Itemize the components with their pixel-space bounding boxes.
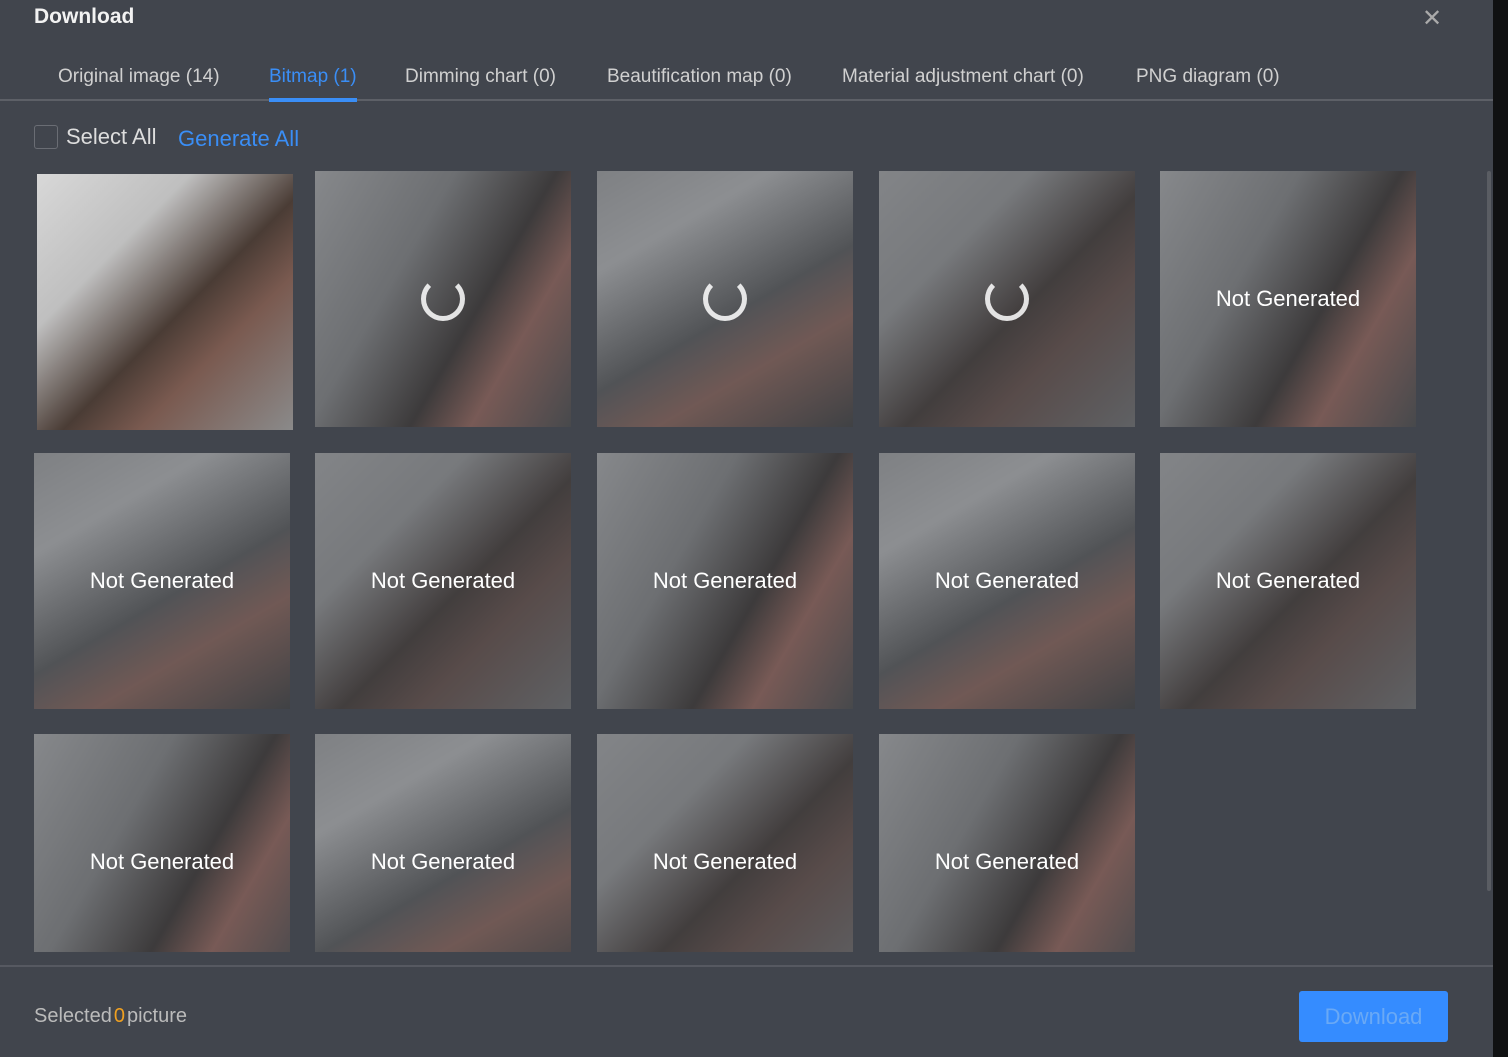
scrollbar[interactable]: [1487, 171, 1491, 891]
not-generated-label: Not Generated: [934, 849, 1080, 874]
selection-summary: Selected 0 picture: [34, 1005, 187, 1027]
tab-bar: Original image (14) Bitmap (1) Dimming c…: [0, 60, 1493, 102]
not-generated-label: Not Generated: [652, 568, 798, 593]
image-card[interactable]: Not Generated: [315, 734, 571, 952]
tab-material-adjustment-chart[interactable]: Material adjustment chart (0): [842, 66, 1084, 98]
image-card[interactable]: Not Generated: [597, 453, 853, 709]
select-all-checkbox[interactable]: Select All: [34, 124, 157, 150]
overlay: [597, 734, 853, 952]
tab-bitmap[interactable]: Bitmap (1): [269, 66, 357, 102]
image-card[interactable]: Not Generated: [1160, 171, 1416, 427]
not-generated-label: Not Generated: [370, 568, 516, 593]
loading-spinner-icon: [421, 277, 465, 321]
overlay: [34, 734, 290, 952]
image-card[interactable]: Not Generated: [879, 453, 1135, 709]
window-edge: [1493, 0, 1508, 1057]
download-button[interactable]: Download: [1299, 991, 1448, 1042]
not-generated-label: Not Generated: [652, 849, 798, 874]
image-card[interactable]: [879, 171, 1135, 427]
selected-count: 0: [113, 1005, 125, 1027]
not-generated-label: Not Generated: [89, 568, 235, 593]
overlay: [315, 734, 571, 952]
loading-spinner-icon: [985, 277, 1029, 321]
image-card[interactable]: Not Generated: [34, 734, 290, 952]
image-card[interactable]: Not Generated: [34, 453, 290, 709]
not-generated-label: Not Generated: [1215, 286, 1361, 311]
overlay: [879, 734, 1135, 952]
not-generated-label: Not Generated: [1215, 568, 1361, 593]
image-grid: Not Generated Not Generated Not Generated N…: [34, 171, 1434, 952]
generate-all-link[interactable]: Generate All: [178, 126, 299, 152]
loading-spinner-icon: [703, 277, 747, 321]
image-card[interactable]: [315, 171, 571, 427]
image-card[interactable]: Not Generated: [315, 453, 571, 709]
image-card[interactable]: [37, 174, 293, 430]
tab-dimming-chart[interactable]: Dimming chart (0): [405, 66, 556, 98]
dialog-title: Download: [34, 5, 135, 28]
tab-original-image[interactable]: Original image (14): [58, 66, 220, 98]
select-all-label: Select All: [66, 124, 157, 149]
footer: Selected 0 picture Download: [0, 965, 1493, 1057]
image-card[interactable]: Not Generated: [597, 734, 853, 952]
not-generated-label: Not Generated: [934, 568, 1080, 593]
render-thumbnail: [37, 174, 293, 430]
image-card[interactable]: Not Generated: [1160, 453, 1416, 709]
tab-beautification-map[interactable]: Beautification map (0): [607, 66, 792, 98]
image-card[interactable]: Not Generated: [879, 734, 1135, 952]
not-generated-label: Not Generated: [370, 849, 516, 874]
checkbox[interactable]: [34, 125, 58, 149]
not-generated-label: Not Generated: [89, 849, 235, 874]
tab-png-diagram[interactable]: PNG diagram (0): [1136, 66, 1280, 98]
image-card[interactable]: [597, 171, 853, 427]
close-icon[interactable]: ✕: [1422, 4, 1442, 33]
